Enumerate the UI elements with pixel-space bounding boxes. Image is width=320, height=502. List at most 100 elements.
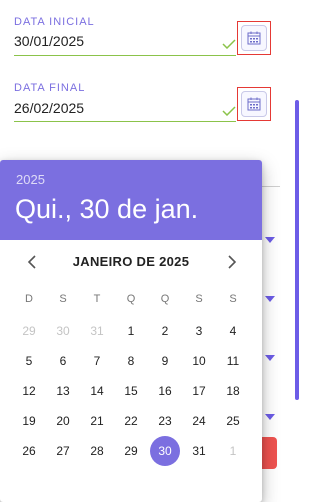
start-date-field[interactable]: DATA INICIAL 30/01/2025 [14, 14, 236, 60]
picker-year[interactable]: 2025 [16, 172, 45, 187]
calendar-day[interactable]: 10 [182, 346, 216, 376]
calendar-day[interactable]: 8 [114, 346, 148, 376]
day-number: 10 [192, 354, 206, 368]
calendar-day[interactable]: 17 [182, 376, 216, 406]
calendar-day[interactable]: 5 [12, 346, 46, 376]
weekday-label: D [25, 293, 33, 305]
calendar-icon [247, 97, 261, 111]
end-date-label: DATA FINAL [14, 82, 86, 94]
calendar-day[interactable]: 18 [216, 376, 250, 406]
calendar-day[interactable]: 27 [46, 436, 80, 466]
weekday-label: Q [126, 293, 136, 305]
weekday-label: T [93, 293, 101, 305]
weekday-label: S [59, 293, 67, 305]
calendar-day[interactable]: 30 [46, 316, 80, 346]
date-picker-dialog: 2025 Qui., 30 de jan. JANEIRO DE 2025 DS… [0, 160, 262, 502]
day-number: 15 [124, 384, 138, 398]
weekday-label: S [195, 293, 203, 305]
calendar-day[interactable]: 25 [216, 406, 250, 436]
calendar-day[interactable]: 3 [182, 316, 216, 346]
day-number: 18 [226, 384, 240, 398]
chevron-right-icon [228, 255, 237, 269]
calendar-day[interactable]: 31 [80, 316, 114, 346]
date-picker-header: 2025 Qui., 30 de jan. [0, 160, 262, 240]
day-number: 7 [93, 354, 101, 368]
selected-day[interactable]: 30 [148, 436, 182, 466]
start-date-label: DATA INICIAL [14, 16, 95, 28]
day-number: 21 [90, 414, 104, 428]
day-number: 11 [226, 354, 240, 368]
calendar-day[interactable]: 1 [114, 316, 148, 346]
calendar-day[interactable]: 11 [216, 346, 250, 376]
day-number: 5 [25, 354, 33, 368]
calendar-day[interactable]: 29 [12, 316, 46, 346]
calendar-day[interactable]: 14 [80, 376, 114, 406]
day-number: 9 [161, 354, 169, 368]
dropdown-caret-icon[interactable] [265, 296, 275, 302]
calendar-day[interactable]: 6 [46, 346, 80, 376]
calendar-day[interactable]: 31 [182, 436, 216, 466]
check-icon [222, 106, 236, 116]
day-number: 23 [158, 414, 172, 428]
calendar-day[interactable]: 21 [80, 406, 114, 436]
calendar-day[interactable]: 20 [46, 406, 80, 436]
end-date-underline [14, 121, 236, 122]
start-date-value[interactable]: 30/01/2025 [14, 33, 84, 49]
calendar-day[interactable]: 15 [114, 376, 148, 406]
day-number: 1 [229, 444, 237, 458]
calendar-day[interactable]: 24 [182, 406, 216, 436]
calendar-day[interactable]: 26 [12, 436, 46, 466]
day-number: 26 [22, 444, 36, 458]
day-number: 3 [195, 324, 203, 338]
day-number: 12 [22, 384, 36, 398]
day-number: 31 [90, 324, 104, 338]
calendar-day[interactable]: 1 [216, 436, 250, 466]
day-number: 6 [59, 354, 67, 368]
day-number: 14 [90, 384, 104, 398]
day-grid: 29 30 31 1 2 3 4 5 6 7 8 9 10 11 12 13 14 15 16 17 18 19 20 21 2… [12, 316, 250, 466]
background-action-button[interactable] [262, 437, 277, 469]
day-number: 31 [192, 444, 206, 458]
day-number: 4 [229, 324, 237, 338]
calendar-day[interactable]: 7 [80, 346, 114, 376]
calendar-day[interactable]: 29 [114, 436, 148, 466]
end-date-calendar-button[interactable] [237, 87, 271, 121]
picker-selected-date: Qui., 30 de jan. [15, 194, 199, 224]
start-date-underline [14, 55, 236, 56]
calendar-day[interactable]: 4 [216, 316, 250, 346]
weekday-label: S [229, 293, 237, 305]
day-number: 2 [161, 324, 169, 338]
calendar-day[interactable]: 12 [12, 376, 46, 406]
dropdown-caret-icon[interactable] [265, 237, 275, 243]
day-number: 1 [127, 324, 135, 338]
day-number: 8 [127, 354, 135, 368]
day-number: 17 [192, 384, 206, 398]
day-number: 27 [56, 444, 70, 458]
day-number: 30 [56, 324, 70, 338]
calendar-day[interactable]: 19 [12, 406, 46, 436]
weekday-label: Q [160, 293, 170, 305]
next-month-button[interactable] [220, 250, 244, 274]
day-number: 29 [124, 444, 138, 458]
calendar-icon [247, 31, 261, 45]
end-date-field[interactable]: DATA FINAL 26/02/2025 [14, 82, 236, 128]
calendar-day[interactable]: 9 [148, 346, 182, 376]
dropdown-caret-icon[interactable] [265, 414, 275, 420]
calendar-day[interactable]: 23 [148, 406, 182, 436]
calendar-day[interactable]: 2 [148, 316, 182, 346]
day-number: 25 [226, 414, 240, 428]
start-date-calendar-button[interactable] [237, 21, 271, 55]
day-number: 30 [150, 436, 180, 466]
background-underline [262, 186, 280, 187]
day-number: 13 [56, 384, 70, 398]
calendar-day[interactable]: 22 [114, 406, 148, 436]
end-date-value[interactable]: 26/02/2025 [14, 100, 84, 116]
day-number: 22 [124, 414, 138, 428]
calendar-day[interactable]: 13 [46, 376, 80, 406]
dropdown-caret-icon[interactable] [265, 355, 275, 361]
calendar-day[interactable]: 16 [148, 376, 182, 406]
calendar-day[interactable]: 28 [80, 436, 114, 466]
day-number: 20 [56, 414, 70, 428]
day-number: 16 [158, 384, 172, 398]
scrollbar[interactable] [295, 100, 299, 400]
